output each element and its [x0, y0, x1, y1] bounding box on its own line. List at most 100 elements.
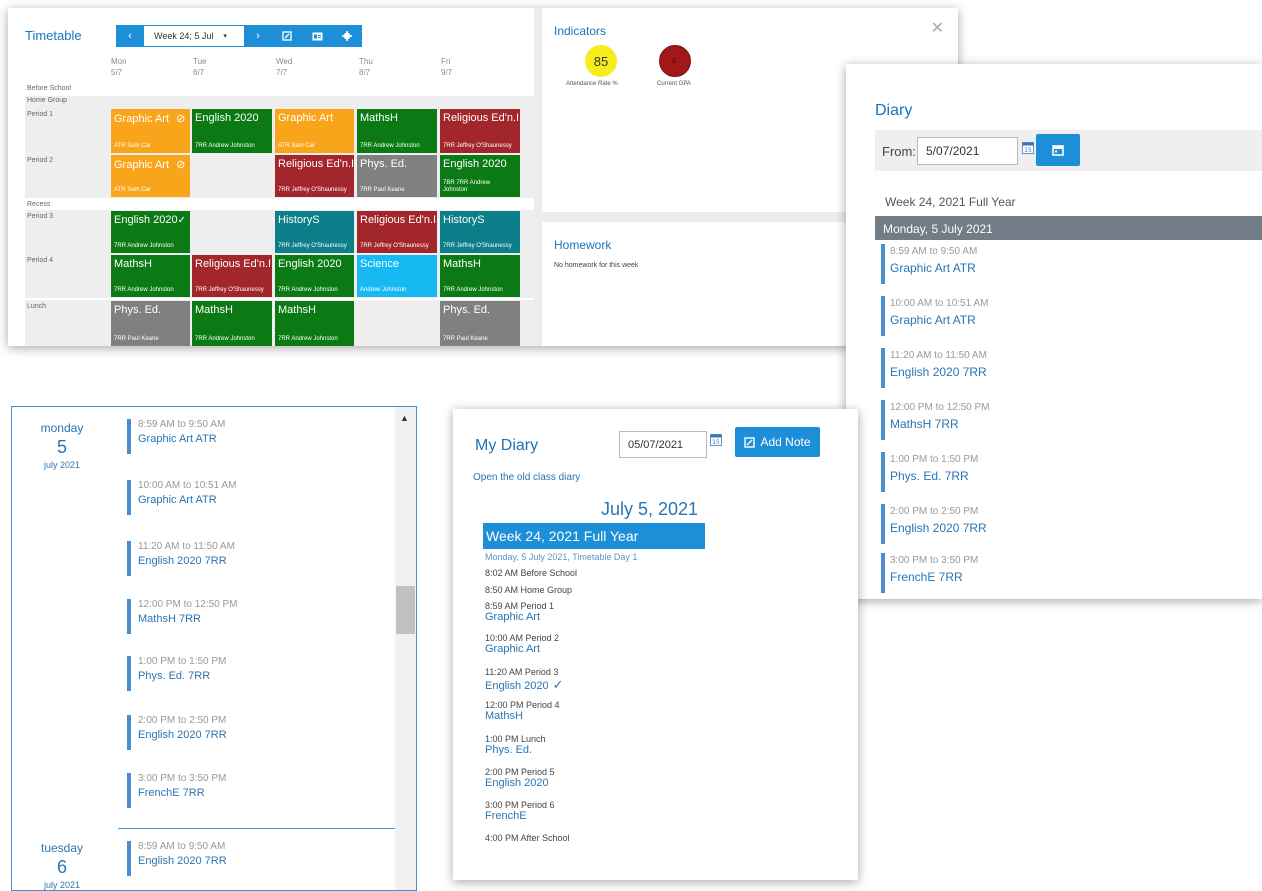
- calendar-icon[interactable]: 15: [710, 433, 722, 446]
- list-entry[interactable]: 1:00 PM to 1:50 PM Phys. Ed. 7RR: [127, 656, 226, 691]
- class-cell-phys-ed[interactable]: Phys. Ed. 7RR Paul Keane: [440, 301, 520, 346]
- class-teacher: 7RR Andrew Johnston: [443, 287, 503, 293]
- vertical-scrollbar[interactable]: ▲: [395, 407, 416, 890]
- calendar-button[interactable]: [1036, 134, 1080, 166]
- card-view-button[interactable]: [302, 25, 332, 47]
- class-name: MathsH: [195, 304, 233, 316]
- schedule-subject: English 2020: [485, 680, 549, 692]
- class-name: Religious Ed'n.I: [195, 258, 272, 270]
- class-cell-maths[interactable]: MathsH 7RR Andrew Johnston: [357, 109, 437, 153]
- class-teacher: ATR Sam Car: [278, 143, 315, 149]
- entry-time: 12:00 PM to 12:50 PM: [890, 402, 990, 413]
- class-teacher: 7RR Paul Keane: [443, 336, 488, 342]
- next-week-button[interactable]: ›: [244, 25, 272, 47]
- diary-date-input[interactable]: 05/07/2021: [619, 431, 707, 458]
- class-teacher: 7RR Andrew Johnston: [360, 143, 420, 149]
- day-name: monday: [40, 421, 84, 435]
- class-cell-maths[interactable]: MathsH 7RR Andrew Johnston: [275, 301, 354, 346]
- gpa-gauge[interactable]: F: [659, 45, 691, 77]
- class-cell-religious-ed[interactable]: Religious Ed'n.I 7RR Jeffrey O'Shaunessy: [275, 155, 354, 197]
- svg-text:15: 15: [712, 439, 720, 446]
- entry-subject: Graphic Art ATR: [890, 313, 976, 327]
- list-entry[interactable]: 11:20 AM to 11:50 AM English 2020 7RR: [127, 541, 235, 576]
- schedule-item[interactable]: 10:00 AM Period 2 Graphic Art: [485, 633, 559, 655]
- diary-entry[interactable]: 10:00 AM to 10:51 AM Graphic Art ATR: [881, 296, 988, 336]
- class-teacher: 7RR Andrew Johnston: [278, 287, 338, 293]
- old-class-diary-link[interactable]: Open the old class diary: [473, 472, 580, 483]
- scrollbar-thumb[interactable]: [396, 586, 415, 634]
- day-number: 6: [56, 857, 67, 877]
- prev-week-button[interactable]: ‹: [116, 25, 144, 47]
- from-date-input[interactable]: 5/07/2021: [917, 137, 1018, 165]
- class-name: Religious Ed'n.I: [360, 214, 437, 226]
- class-cell-phys-ed[interactable]: Phys. Ed. 7RR Paul Keane: [111, 301, 190, 346]
- class-cell-english[interactable]: English 2020 7BR 7RR Andrew Johnston: [440, 155, 520, 197]
- class-cell-phys-ed[interactable]: Phys. Ed. 7RR Paul Keane: [357, 155, 437, 197]
- schedule-subject: English 2020: [485, 777, 549, 789]
- entry-time: 1:00 PM to 1:50 PM: [890, 454, 979, 465]
- homework-title: Homework: [554, 238, 612, 252]
- class-cell-maths[interactable]: MathsH 7RR Andrew Johnston: [111, 255, 190, 297]
- schedule-item[interactable]: 3:00 PM Period 6 FrenchE: [485, 800, 555, 822]
- entry-subject: English 2020 7RR: [138, 555, 227, 567]
- list-entry[interactable]: 3:00 PM to 3:50 PM FrenchE 7RR: [127, 773, 226, 808]
- class-cell-religious-ed[interactable]: Religious Ed'n.I 7RR Jeffrey O'Shaunessy: [357, 211, 437, 253]
- class-cell-english[interactable]: English 2020 7RR Andrew Johnston: [275, 255, 354, 297]
- row-label-period-1: Period 1: [27, 111, 54, 118]
- class-cell-religious-ed[interactable]: Religious Ed'n.I 7RR Jeffrey O'Shaunessy: [192, 255, 272, 297]
- class-cell-maths[interactable]: MathsH 7RR Andrew Johnston: [192, 301, 272, 346]
- homework-empty-text: No homework for this week: [554, 262, 639, 269]
- schedule-item[interactable]: 1:00 PM Lunch Phys. Ed.: [485, 734, 546, 756]
- diary-panel: Diary From: 5/07/2021 15 Week 24, 2021 F…: [846, 64, 1262, 599]
- schedule-item[interactable]: 12:00 PM Period 4 MathsH: [485, 700, 560, 722]
- schedule-time: 3:00 PM Period 6: [485, 800, 555, 810]
- schedule-item[interactable]: 11:20 AM Period 3 English 2020 ✓: [485, 667, 564, 693]
- edit-button[interactable]: [272, 25, 302, 47]
- diary-entry[interactable]: 11:20 AM to 11:50 AM English 2020 7RR: [881, 348, 987, 388]
- class-cell-graphic-art[interactable]: Graphic Art ⊘ ATR Sam Car: [111, 155, 190, 197]
- week-select[interactable]: Week 24; 5 Jul ▾: [144, 25, 244, 47]
- class-name: English 2020: [278, 258, 342, 270]
- class-cell-english[interactable]: English 2020✓ 7RR Andrew Johnston: [111, 211, 190, 253]
- day-date: 8/7: [359, 68, 371, 77]
- schedule-subject: MathsH: [485, 710, 523, 722]
- diary-entry[interactable]: 8:59 AM to 9:50 AM Graphic Art ATR: [881, 244, 977, 284]
- class-teacher: 7RR Andrew Johnston: [114, 287, 174, 293]
- class-cell-science[interactable]: Science Andrew Johnston: [357, 255, 437, 297]
- class-cell-maths[interactable]: MathsH 7RR Andrew Johnston: [440, 255, 520, 297]
- class-cell-graphic-art[interactable]: Graphic Art ⊘ ATR Sam Car: [111, 109, 190, 153]
- gpa-value: F: [672, 56, 678, 66]
- entry-time: 8:59 AM to 9:50 AM: [138, 419, 226, 430]
- schedule-time: 8:50 AM Home Group: [485, 585, 573, 595]
- close-icon[interactable]: ✕: [931, 18, 944, 38]
- check-icon: ✓: [552, 677, 564, 692]
- diary-entry[interactable]: 1:00 PM to 1:50 PM Phys. Ed. 7RR: [881, 452, 978, 492]
- list-entry[interactable]: 8:59 AM to 9:50 AM Graphic Art ATR: [127, 419, 225, 454]
- list-entry[interactable]: 12:00 PM to 12:50 PM MathsH 7RR: [127, 599, 238, 634]
- list-entry[interactable]: 8:59 AM to 9:50 AM English 2020 7RR: [127, 841, 227, 876]
- scroll-up-arrow-icon[interactable]: ▲: [400, 413, 409, 423]
- add-note-button[interactable]: Add Note: [735, 427, 820, 457]
- schedule-item[interactable]: 2:00 PM Period 5 English 2020: [485, 767, 555, 789]
- class-cell-graphic-art[interactable]: Graphic Art ATR Sam Car: [275, 109, 354, 153]
- diary-entry[interactable]: 3:00 PM to 3:50 PM FrenchE 7RR: [881, 553, 978, 593]
- diary-title: Diary: [875, 102, 913, 119]
- entry-subject: English 2020 7RR: [890, 521, 987, 535]
- schedule-item[interactable]: 8:59 AM Period 1 Graphic Art: [485, 601, 554, 623]
- class-cell-history[interactable]: HistoryS 7RR Jeffrey O'Shaunessy: [440, 211, 520, 253]
- diary-entry[interactable]: 12:00 PM to 12:50 PM MathsH 7RR: [881, 400, 990, 440]
- class-cell-english[interactable]: English 2020 7RR Andrew Johnston: [192, 109, 272, 153]
- class-teacher: 7RR Andrew Johnston: [278, 336, 338, 342]
- diary-entry[interactable]: 2:00 PM to 2:50 PM English 2020 7RR: [881, 504, 987, 544]
- calendar-icon[interactable]: 15: [1022, 141, 1034, 154]
- class-cell-history[interactable]: HistoryS 7RR Jeffrey O'Shaunessy: [275, 211, 354, 253]
- attendance-value: 85: [593, 53, 609, 69]
- list-entry[interactable]: 10:00 AM to 10:51 AM Graphic Art ATR: [127, 480, 236, 515]
- entry-time: 3:00 PM to 3:50 PM: [138, 773, 227, 784]
- attendance-gauge[interactable]: 85: [585, 45, 617, 77]
- list-entry[interactable]: 2:00 PM to 2:50 PM English 2020 7RR: [127, 715, 227, 750]
- row-label-before-school: Before School: [27, 85, 71, 92]
- entry-time: 8:59 AM to 9:50 AM: [890, 246, 978, 257]
- class-cell-religious-ed[interactable]: Religious Ed'n.I 7RR Jeffrey O'Shaunessy: [440, 109, 520, 153]
- settings-button[interactable]: [332, 25, 362, 47]
